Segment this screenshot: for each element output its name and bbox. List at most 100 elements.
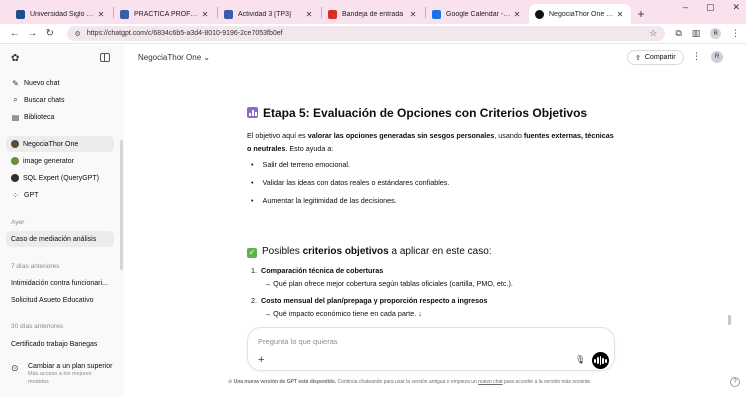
browser-toolbar: ← → ↻ ⚙ https://chatgpt.com/c/6834c6b5-a… xyxy=(0,24,746,44)
browser-tab[interactable]: Bandeja de entrada ✕ xyxy=(322,4,424,24)
item-detail: → Qué impacto económico tiene en cada pa… xyxy=(264,309,422,318)
browser-tab[interactable]: Universidad Siglo 21 | Sig✕ xyxy=(10,4,112,24)
sidebar-toggle-icon[interactable] xyxy=(100,53,110,62)
browser-profile-avatar[interactable]: R xyxy=(710,28,721,39)
browser-tab[interactable]: Google Calendar - junio d✕ xyxy=(426,4,528,24)
more-options-icon[interactable]: ⋮ xyxy=(692,51,701,62)
sidebar-gpt-image-generator[interactable]: image generator xyxy=(6,153,114,169)
sidebar-item-label: image generator xyxy=(23,157,74,165)
item-number: 2. xyxy=(251,296,257,305)
item-number: 1. xyxy=(251,266,257,275)
tab-favicon xyxy=(224,9,233,19)
new-tab-button[interactable]: + xyxy=(632,4,650,24)
edit-icon: ✎ xyxy=(12,78,19,88)
browser-tab[interactable]: Actividad 3 [TP3] ✕ xyxy=(218,4,320,24)
tab-title: Google Calendar - junio d xyxy=(446,10,512,18)
back-icon[interactable]: ← xyxy=(6,28,24,39)
numbered-item: 2. Costo mensual del plan/prepaga y prop… xyxy=(251,296,487,305)
tab-favicon xyxy=(16,9,25,19)
tab-close-icon[interactable]: ✕ xyxy=(615,10,625,19)
sidebar-gpt-negociathor[interactable]: NegociaThor One xyxy=(6,136,114,152)
chat-history-item[interactable]: Solicitud Asueto Educativo xyxy=(6,292,114,308)
tab-favicon xyxy=(120,9,129,19)
url-text[interactable]: https://chatgpt.com/c/6834c6b5-a3d4-8010… xyxy=(87,30,649,37)
message-composer[interactable]: Pregunta lo que quieras + 🎙 xyxy=(247,327,615,371)
text-run: . Esto ayuda a: xyxy=(285,144,334,153)
text-run: Continúa chateando para usar la versión … xyxy=(336,379,479,385)
sidepanel-icon[interactable]: ▥ xyxy=(692,28,701,39)
text-run-bold: fuentes externas, técnicas xyxy=(523,131,614,140)
close-window-button[interactable]: ✕ xyxy=(732,2,740,13)
tab-title: Universidad Siglo 21 | Sig xyxy=(30,10,96,18)
minimize-button[interactable]: – xyxy=(683,2,688,13)
text-run-bold: Una nueva versión de GPT está disponible… xyxy=(233,379,337,385)
help-button[interactable]: ? xyxy=(730,377,740,387)
attach-button[interactable]: + xyxy=(258,354,264,366)
search-chats-button[interactable]: ⌕ Buscar chats xyxy=(6,92,114,108)
gpt-avatar xyxy=(11,140,19,148)
model-selector[interactable]: NegociaThor One ⌄ xyxy=(138,53,210,62)
tab-close-icon[interactable]: ✕ xyxy=(304,10,314,19)
extensions-icon[interactable]: ⧉ xyxy=(675,28,681,39)
share-button[interactable]: ⇪ Compartir xyxy=(627,50,684,65)
search-icon: ⌕ xyxy=(13,95,18,104)
site-info-icon[interactable]: ⚙ xyxy=(75,30,81,38)
tab-title: NegociaThor One - Caso xyxy=(549,10,615,18)
detail-text: → Qué impacto económico tiene en cada pa… xyxy=(264,309,417,318)
intro-paragraph: El objetivo aquí es valorar las opciones… xyxy=(247,129,617,155)
text-run: Posibles xyxy=(262,246,303,257)
sidebar-scrollbar[interactable] xyxy=(120,140,123,270)
sidebar-item-label: SQL Expert (QueryGPT) xyxy=(23,174,99,182)
main-panel: NegociaThor One ⌄ ⇪ Compartir ⋮ R Etapa 5… xyxy=(124,45,746,397)
maximize-button[interactable]: ▢ xyxy=(706,2,715,13)
sidebar-gpt-sql-expert[interactable]: SQL Expert (QueryGPT) xyxy=(6,170,114,186)
library-button[interactable]: ▤ Biblioteca xyxy=(6,109,114,125)
item-title: Comparación técnica de coberturas xyxy=(261,266,384,275)
check-mark-icon: ✓ xyxy=(247,248,257,258)
main-scrollbar[interactable] xyxy=(728,315,731,325)
chat-title: Intimidación contra funcionari... xyxy=(11,279,108,287)
forward-icon[interactable]: → xyxy=(24,28,42,39)
reload-icon[interactable]: ↻ xyxy=(41,28,59,39)
new-chat-link[interactable]: nuevo chat xyxy=(478,379,502,385)
browser-tab-active[interactable]: NegociaThor One - Caso✕ xyxy=(529,4,631,24)
tab-title: PRÁCTICA PROFESIONAL ( xyxy=(134,10,200,18)
bar-chart-icon xyxy=(247,107,258,118)
user-avatar[interactable]: R xyxy=(711,51,723,63)
model-name: NegociaThor One xyxy=(138,53,202,62)
tab-close-icon[interactable]: ✕ xyxy=(512,10,522,19)
chat-title: Caso de mediación análisis xyxy=(11,235,97,243)
tab-close-icon[interactable]: ✕ xyxy=(200,10,210,19)
message-heading: Etapa 5: Evaluación de Opciones con Crit… xyxy=(247,106,587,120)
new-chat-button[interactable]: ✎ Nuevo chat xyxy=(6,75,114,91)
message-subheading: ✓ Posibles criterios objetivos a aplicar … xyxy=(247,246,492,258)
sidebar-gpts-explore[interactable]: ⁘ GPT xyxy=(6,187,114,203)
item-detail: → Qué plan ofrece mejor cobertura según … xyxy=(264,279,513,288)
upgrade-plan-button[interactable]: ⊙ Cambiar a un plan superior Más acceso … xyxy=(6,358,118,390)
browser-tab[interactable]: PRÁCTICA PROFESIONAL (✕ xyxy=(114,4,216,24)
arrow-down-icon[interactable]: ↓ xyxy=(418,309,422,318)
grid-icon: ⁘ xyxy=(12,190,19,200)
chat-history-item[interactable]: Intimidación contra funcionari... xyxy=(6,275,114,291)
prompt-input[interactable]: Pregunta lo que quieras xyxy=(258,337,338,346)
voice-mode-icon[interactable] xyxy=(592,352,609,369)
chat-history-item[interactable]: Certificado trabajo Banegas xyxy=(6,336,114,352)
browser-menu-icon[interactable]: ⋮ xyxy=(731,28,740,39)
text-run: , usando xyxy=(494,131,524,140)
text-run-bold: valorar las opciones generadas sin sesgo… xyxy=(307,131,495,140)
bookmark-star-icon[interactable]: ☆ xyxy=(649,28,657,39)
tab-close-icon[interactable]: ✕ xyxy=(408,10,418,19)
sidebar-section-title: 7 días anteriores xyxy=(11,263,60,270)
upgrade-icon: ⊙ xyxy=(11,363,19,373)
tab-close-icon[interactable]: ✕ xyxy=(96,10,106,19)
openai-logo-icon[interactable]: ✿ xyxy=(11,53,19,64)
chat-history-item[interactable]: Caso de mediación análisis xyxy=(6,231,114,247)
address-bar[interactable]: ⚙ https://chatgpt.com/c/6834c6b5-a3d4-80… xyxy=(66,26,666,41)
list-item: Aumentar la legitimidad de las decisione… xyxy=(251,196,397,205)
tab-title: Bandeja de entrada xyxy=(342,10,404,18)
mic-icon[interactable]: 🎙 xyxy=(575,355,585,364)
text-run: El objetivo aquí es xyxy=(247,131,308,140)
upgrade-subtitle: Más acceso a los mejores xyxy=(28,371,92,377)
browser-tab-bar: Universidad Siglo 21 | Sig✕ PRÁCTICA PRO… xyxy=(0,0,746,24)
footer-notice: ⊘ Una nueva versión de GPT está disponib… xyxy=(228,379,592,385)
